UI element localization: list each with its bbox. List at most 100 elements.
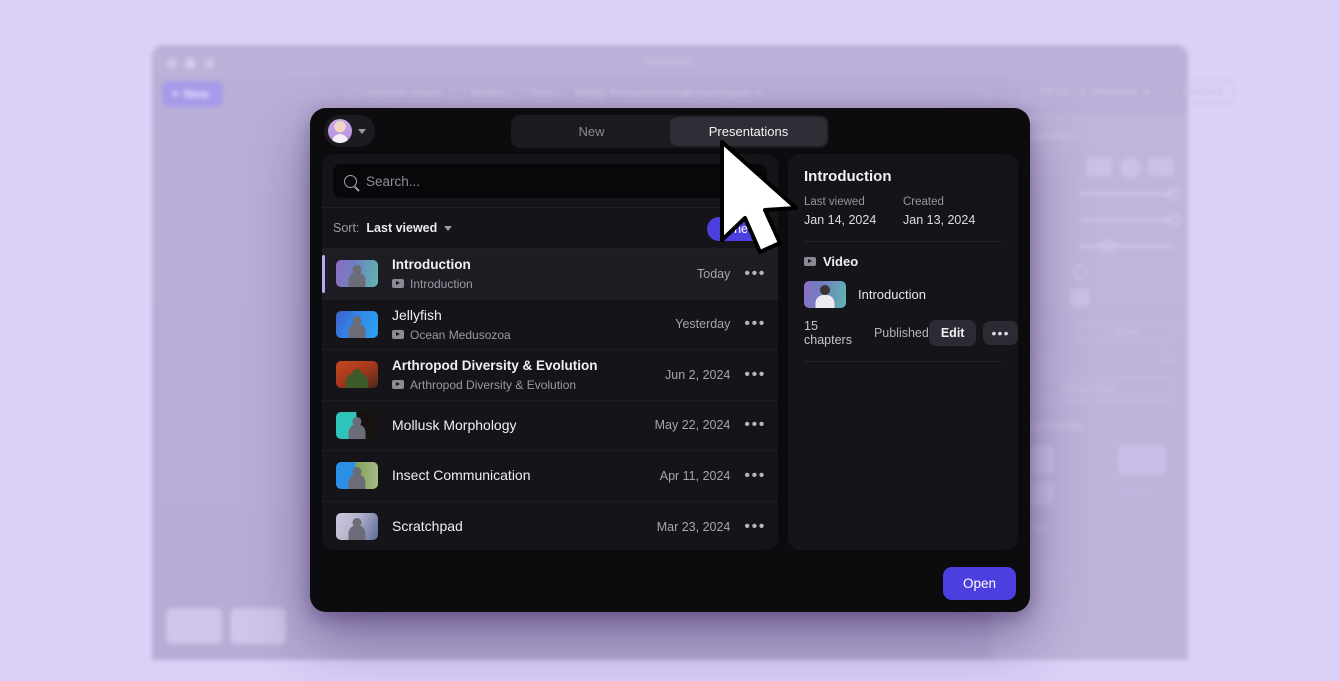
record-icon bbox=[1167, 87, 1177, 97]
presentation-subtitle-row: Arthropod Diversity & Evolution bbox=[392, 378, 665, 392]
ellipsis-icon[interactable]: ••• bbox=[744, 519, 766, 535]
ellipsis-icon[interactable]: ••• bbox=[983, 321, 1017, 345]
presentations-icon bbox=[590, 88, 603, 99]
background-swatch[interactable] bbox=[1062, 445, 1110, 475]
video-name: Introduction bbox=[858, 287, 926, 302]
appearance-big-hands-row[interactable]: Big Hands bbox=[1006, 345, 1174, 371]
bg-screen-share-button[interactable]: Screen share bbox=[348, 86, 442, 100]
edit-button[interactable]: Edit bbox=[929, 320, 977, 346]
frame-option-1[interactable] bbox=[1086, 158, 1112, 176]
last-viewed-label: Last viewed bbox=[804, 196, 903, 208]
layout-pointer-item[interactable]: Pointer bbox=[1006, 547, 1174, 559]
presentation-thumbnail bbox=[336, 462, 378, 489]
reset-crop-button[interactable]: Reset crop bbox=[1006, 377, 1174, 401]
detail-title: Introduction bbox=[804, 168, 1002, 185]
chevron-down-icon bbox=[755, 91, 763, 96]
video-section-heading: Video bbox=[804, 254, 1002, 269]
created-column: Created Jan 13, 2024 bbox=[903, 196, 1002, 227]
ellipsis-icon[interactable]: ••• bbox=[744, 316, 766, 332]
presentation-date: Jun 2, 2024 bbox=[665, 368, 730, 382]
modal-footer: Open bbox=[943, 567, 1016, 600]
table-row[interactable]: Jellyfish Ocean Medusozoa Yesterday ••• bbox=[322, 300, 778, 351]
presentation-thumbnail bbox=[336, 361, 378, 388]
appearance-align-row[interactable] bbox=[1006, 285, 1174, 311]
background-swatch[interactable] bbox=[1118, 445, 1166, 475]
detail-divider-bottom bbox=[804, 361, 1002, 362]
sort-value[interactable]: Last viewed bbox=[366, 221, 437, 235]
presentation-subtitle-row: Introduction bbox=[392, 277, 697, 291]
bg-media-button[interactable]: Media bbox=[452, 86, 505, 100]
rotate-slider[interactable] bbox=[1078, 271, 1174, 273]
appearance-effects-row[interactable]: Effects None bbox=[1006, 319, 1174, 345]
fade-slider[interactable] bbox=[1078, 219, 1174, 221]
video-card[interactable]: Introduction 15 chapters Published Edit … bbox=[804, 281, 1002, 347]
align-option-4[interactable] bbox=[1154, 289, 1174, 307]
tab-new[interactable]: New bbox=[513, 117, 670, 146]
account-switcher[interactable] bbox=[324, 115, 375, 147]
slider-knob[interactable] bbox=[1102, 240, 1114, 252]
background-window-title: mmhmm bbox=[152, 54, 1188, 68]
ellipsis-icon[interactable]: ••• bbox=[744, 468, 766, 484]
new-presentation-button[interactable]: + new bbox=[707, 217, 769, 241]
layout-media-on-top-item[interactable]: Media on top bbox=[1006, 563, 1174, 575]
table-row[interactable]: Introduction Introduction Today ••• bbox=[322, 249, 778, 300]
table-row[interactable]: Mollusk Morphology May 22, 2024 ••• bbox=[322, 401, 778, 452]
bg-text-button[interactable]: Text bbox=[510, 86, 553, 100]
appearance-fade-row[interactable]: Fade bbox=[1006, 207, 1174, 233]
bg-spiral-icon-button[interactable] bbox=[980, 86, 992, 98]
stage-thumbnail[interactable] bbox=[166, 608, 222, 644]
search-box[interactable] bbox=[333, 164, 767, 198]
align-option-3[interactable] bbox=[1126, 289, 1146, 307]
bg-scratchpad-tab[interactable]: Scratchpad bbox=[684, 86, 763, 100]
slider-knob[interactable] bbox=[1168, 214, 1180, 226]
table-row[interactable]: Insect Communication Apr 11, 2024 ••• bbox=[322, 451, 778, 502]
video-icon bbox=[392, 330, 404, 339]
frame-option-2[interactable] bbox=[1120, 158, 1140, 178]
appearance-heading: Appearance bbox=[1006, 129, 1174, 143]
appearance-frame-row[interactable]: Frame bbox=[1006, 155, 1174, 181]
frame-options[interactable] bbox=[1086, 158, 1174, 178]
search-input[interactable] bbox=[366, 174, 756, 189]
text-icon bbox=[510, 88, 523, 99]
video-thumbnail bbox=[804, 281, 846, 308]
backgrounds-row-1[interactable] bbox=[1006, 445, 1174, 475]
presentation-date: Apr 11, 2024 bbox=[660, 469, 731, 483]
tab-presentations[interactable]: Presentations bbox=[670, 117, 827, 146]
frame-option-3[interactable] bbox=[1148, 158, 1174, 176]
last-viewed-value: Jan 14, 2024 bbox=[804, 213, 903, 227]
avatar bbox=[328, 119, 352, 143]
appearance-size-row[interactable]: Size bbox=[1006, 181, 1174, 207]
open-button[interactable]: Open bbox=[943, 567, 1016, 600]
enhance-slider[interactable] bbox=[1078, 245, 1174, 247]
presentation-title: Scratchpad bbox=[392, 518, 657, 536]
effects-select[interactable]: None bbox=[1078, 322, 1174, 342]
ellipsis-icon[interactable]: ••• bbox=[744, 367, 766, 383]
bg-new-button[interactable]: + New bbox=[162, 81, 223, 107]
presentation-detail-pane: Introduction Last viewed Jan 14, 2024 Cr… bbox=[788, 154, 1018, 550]
table-row[interactable]: Arthropod Diversity & Evolution Arthropo… bbox=[322, 350, 778, 401]
presentation-title: Introduction bbox=[392, 257, 697, 274]
help-icon[interactable] bbox=[1162, 352, 1174, 364]
bg-presentations-tab[interactable]: Presentations bbox=[590, 86, 688, 100]
appearance-rotate-row[interactable]: Rotate bbox=[1006, 259, 1174, 285]
align-option-2[interactable] bbox=[1098, 289, 1118, 307]
bg-record-button[interactable]: Record bbox=[1156, 80, 1234, 104]
ellipsis-icon[interactable]: ••• bbox=[744, 266, 766, 282]
chevron-down-icon[interactable] bbox=[444, 226, 452, 231]
background-swatch[interactable] bbox=[1062, 481, 1110, 505]
appearance-enhance-row[interactable]: Enhance bbox=[1006, 233, 1174, 259]
bg-chapters-pill[interactable]: 03:21 - 5 chapters bbox=[1010, 80, 1162, 104]
ellipsis-icon[interactable]: ••• bbox=[744, 417, 766, 433]
backgrounds-row-2[interactable]: See all bbox=[1006, 481, 1174, 505]
size-slider[interactable] bbox=[1078, 193, 1174, 195]
video-card-footer: 15 chapters Published Edit ••• bbox=[804, 319, 1002, 347]
new-button-label: new bbox=[734, 222, 757, 236]
presentation-title: Mollusk Morphology bbox=[392, 417, 655, 435]
backgrounds-heading: Backgrounds bbox=[1006, 419, 1174, 433]
slider-knob[interactable] bbox=[1074, 266, 1086, 278]
table-row[interactable]: Scratchpad Mar 23, 2024 ••• bbox=[322, 502, 778, 551]
search-icon bbox=[344, 175, 357, 188]
slider-knob[interactable] bbox=[1168, 188, 1180, 200]
align-option-1[interactable] bbox=[1070, 289, 1090, 307]
stage-thumbnail[interactable] bbox=[230, 608, 286, 644]
